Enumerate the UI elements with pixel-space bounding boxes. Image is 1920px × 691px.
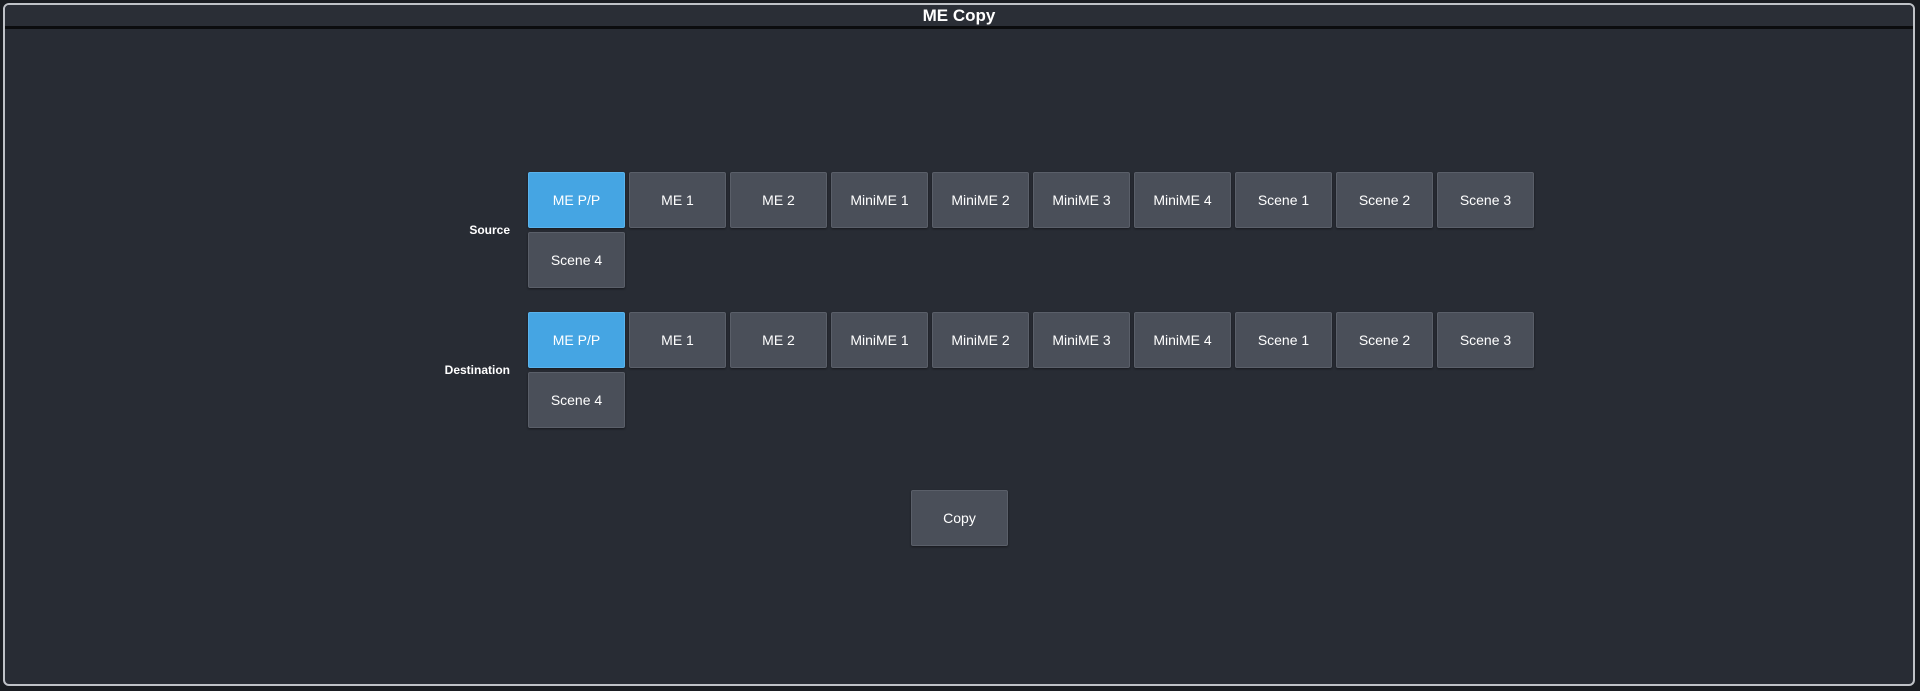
source-me-pp-button[interactable]: ME P/P [528, 172, 625, 228]
source-minime-1-button[interactable]: MiniME 1 [831, 172, 928, 228]
destination-me-pp-button[interactable]: ME P/P [528, 312, 625, 368]
copy-button[interactable]: Copy [911, 490, 1008, 546]
source-scene-2-button[interactable]: Scene 2 [1336, 172, 1433, 228]
window-title: ME Copy [922, 5, 996, 25]
destination-me-2-button[interactable]: ME 2 [730, 312, 827, 368]
source-minime-2-button[interactable]: MiniME 2 [932, 172, 1029, 228]
destination-scene-1-button[interactable]: Scene 1 [1235, 312, 1332, 368]
destination-button-grid: ME P/P ME 1 ME 2 MiniME 1 MiniME 2 MiniM… [528, 312, 1538, 428]
destination-me-1-button[interactable]: ME 1 [629, 312, 726, 368]
source-button-grid: ME P/P ME 1 ME 2 MiniME 1 MiniME 2 MiniM… [528, 172, 1538, 288]
me-copy-window: ME Copy Source ME P/P ME 1 ME 2 MiniME 1… [3, 3, 1915, 686]
destination-scene-2-button[interactable]: Scene 2 [1336, 312, 1433, 368]
content-area: Source ME P/P ME 1 ME 2 MiniME 1 MiniME … [5, 29, 1913, 684]
source-scene-4-button[interactable]: Scene 4 [528, 232, 625, 288]
source-minime-4-button[interactable]: MiniME 4 [1134, 172, 1231, 228]
destination-scene-3-button[interactable]: Scene 3 [1437, 312, 1534, 368]
title-bar: ME Copy [5, 5, 1913, 29]
destination-minime-2-button[interactable]: MiniME 2 [932, 312, 1029, 368]
destination-minime-4-button[interactable]: MiniME 4 [1134, 312, 1231, 368]
source-scene-3-button[interactable]: Scene 3 [1437, 172, 1534, 228]
destination-scene-4-button[interactable]: Scene 4 [528, 372, 625, 428]
destination-label: Destination [444, 363, 510, 377]
destination-minime-1-button[interactable]: MiniME 1 [831, 312, 928, 368]
source-label: Source [469, 223, 510, 237]
source-minime-3-button[interactable]: MiniME 3 [1033, 172, 1130, 228]
destination-minime-3-button[interactable]: MiniME 3 [1033, 312, 1130, 368]
source-me-1-button[interactable]: ME 1 [629, 172, 726, 228]
source-me-2-button[interactable]: ME 2 [730, 172, 827, 228]
source-scene-1-button[interactable]: Scene 1 [1235, 172, 1332, 228]
